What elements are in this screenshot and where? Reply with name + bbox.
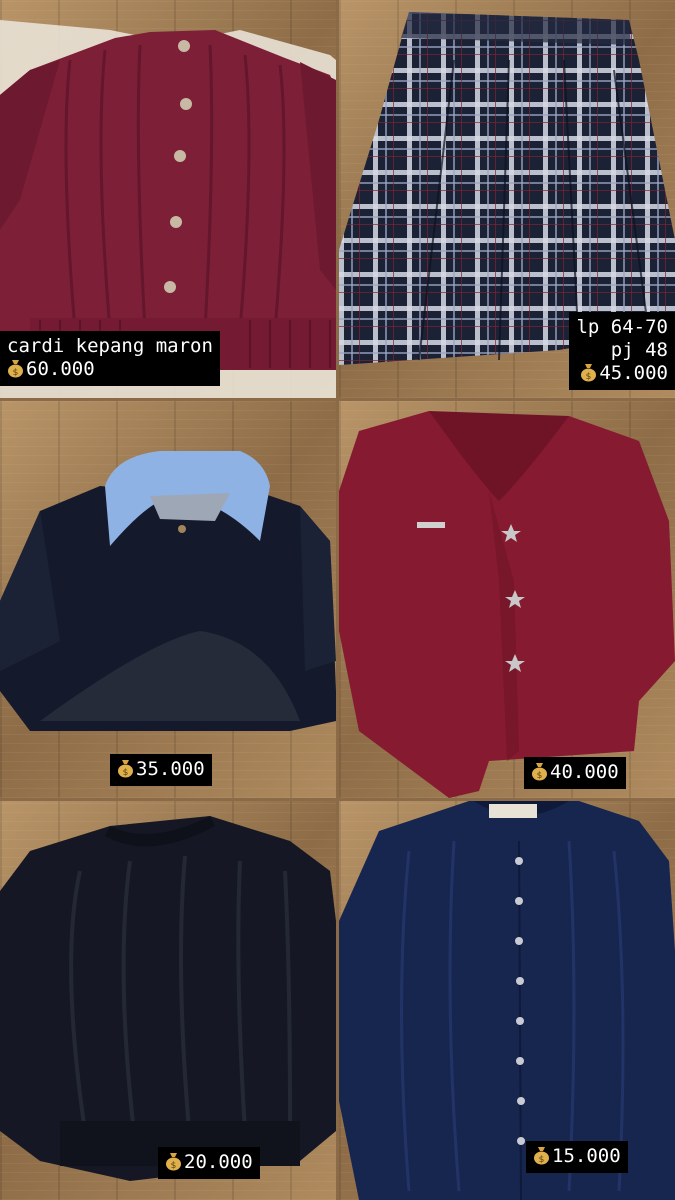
price-label-bolero: $35.000: [110, 754, 212, 786]
red-star-top-image: [339, 411, 675, 798]
item-price: 40.000: [550, 761, 619, 783]
item-price: 15.000: [552, 1145, 621, 1167]
product-photo-plaid-skirt: lp 64-70 pj 48 $45.000: [339, 0, 675, 398]
svg-text:$: $: [171, 1161, 177, 1171]
price-label-skirt: lp 64-70 pj 48 $45.000: [569, 312, 675, 390]
money-bag-icon: $: [165, 1152, 182, 1171]
money-bag-icon: $: [117, 759, 134, 778]
money-bag-icon: $: [533, 1146, 550, 1165]
item-name: cardi kepang maron: [7, 335, 213, 357]
price-label-black-sweater: $20.000: [158, 1147, 260, 1179]
svg-text:$: $: [123, 768, 129, 778]
price-label-navy-cardigan: $15.000: [526, 1141, 628, 1173]
item-price: 60.000: [26, 358, 95, 380]
navy-bolero-image: [0, 451, 336, 731]
svg-text:$: $: [537, 771, 543, 781]
item-size-length: pj 48: [610, 339, 668, 361]
item-price: 20.000: [184, 1151, 253, 1173]
product-photo-navy-bolero: $35.000: [0, 401, 336, 798]
product-photo-red-star-top: $40.000: [339, 401, 675, 798]
item-price: 45.000: [599, 362, 668, 384]
product-photo-burgundy-cardigan: cardi kepang maron $60.000: [0, 0, 336, 398]
money-bag-icon: $: [531, 762, 548, 781]
black-sweater-image: [0, 816, 336, 1181]
svg-text:$: $: [539, 1155, 545, 1165]
svg-text:$: $: [13, 368, 19, 378]
item-size-waist: lp 64-70: [576, 316, 668, 338]
price-label-cardi-kepang-maron: cardi kepang maron $60.000: [0, 331, 220, 386]
svg-text:$: $: [586, 372, 592, 382]
product-photo-black-sweater: $20.000: [0, 801, 336, 1200]
money-bag-icon: $: [580, 363, 597, 382]
item-price: 35.000: [136, 758, 205, 780]
price-label-red-top: $40.000: [524, 757, 626, 789]
money-bag-icon: $: [7, 359, 24, 378]
product-photo-navy-cardigan: $15.000: [339, 801, 675, 1200]
